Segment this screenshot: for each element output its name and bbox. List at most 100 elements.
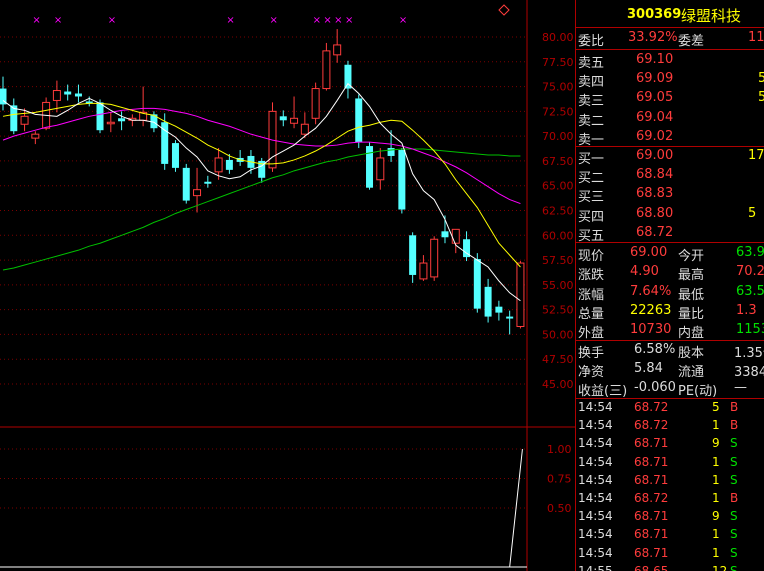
tick-price: 68.72 <box>634 491 669 505</box>
level-price: 68.84 <box>636 167 674 183</box>
tick-volume: 1 <box>712 472 720 487</box>
candle-body-up <box>106 121 115 125</box>
tick-side: S <box>730 509 738 524</box>
candle-body-down <box>495 306 503 313</box>
y-tick-label: 72.50 <box>542 105 574 118</box>
buy-level-row: 买二 68.84 <box>576 166 764 187</box>
marker-x: × <box>54 15 62 26</box>
tick-side: S <box>730 563 738 571</box>
candle-body-down <box>96 102 104 131</box>
sell-level-row: 卖一 69.02 <box>576 128 764 148</box>
level-label: 买二 <box>578 171 605 187</box>
quote-label: 外盘 <box>578 326 605 342</box>
candle-body-up <box>311 88 320 119</box>
marker-x: × <box>226 15 234 26</box>
level-price: 69.10 <box>636 52 674 67</box>
level-label: 买五 <box>578 228 605 244</box>
sub-tick-label: 1.00 <box>547 443 572 456</box>
tick-price: 68.72 <box>634 418 669 433</box>
candle-body-down <box>409 235 417 275</box>
y-tick-label: 50.00 <box>542 328 574 341</box>
candle-body-up <box>20 115 29 125</box>
tick-price: 68.71 <box>634 527 669 542</box>
candle-body-down <box>171 143 179 168</box>
tick-row: 14:55 68.65 12 S <box>576 563 764 571</box>
candle-body-up <box>300 123 309 135</box>
candle-body-up <box>290 117 299 124</box>
tick-side: S <box>730 527 738 542</box>
sell-level-row: 卖五 69.10 <box>576 51 764 71</box>
tick-price: 68.71 <box>634 454 669 469</box>
candle-body-down <box>506 316 514 319</box>
tick-side: S <box>730 472 738 487</box>
tick-row: 14:54 68.71 9 S <box>576 435 764 454</box>
tick-time: 14:54 <box>578 527 613 542</box>
stats-label-2: 流通 <box>678 365 705 380</box>
level-price: 69.02 <box>636 128 674 144</box>
level-price: 68.80 <box>636 205 674 221</box>
y-tick-label: 80.00 <box>542 31 574 44</box>
tick-volume: 9 <box>712 436 720 451</box>
stats-row: 收益(三) -0.060 PE(动) — <box>576 379 764 399</box>
buy-level-row: 买五 68.72 <box>576 224 764 244</box>
stats-value-2: 1.35亿 <box>734 346 764 361</box>
quote-label: 涨幅 <box>578 287 605 303</box>
tick-row: 14:54 68.71 1 S <box>576 472 764 491</box>
stats-label: 净资 <box>578 365 605 380</box>
tick-time: 14:54 <box>578 418 613 433</box>
marker-x: × <box>313 15 321 26</box>
quote-row: 涨幅 7.64% 最低 63.5 <box>576 283 764 303</box>
level-label: 卖一 <box>578 132 605 148</box>
candle-body-up <box>214 157 223 173</box>
level-label: 买一 <box>578 152 605 167</box>
y-tick-label: 62.50 <box>542 205 574 218</box>
stats-label: 收益(三) <box>578 384 628 399</box>
candle-body-up <box>333 44 342 56</box>
stats-value: 5.84 <box>634 361 663 376</box>
candle-body-up <box>31 133 40 139</box>
tick-volume: 12 <box>712 563 728 571</box>
quote-label: 涨跌 <box>578 268 605 284</box>
candle-body-down <box>118 118 126 122</box>
stock-header[interactable]: 300369 绿盟科技 <box>576 4 764 26</box>
stats-value: 6.58% <box>634 342 676 357</box>
marker-x: × <box>270 15 278 26</box>
candle-body-down <box>225 159 233 170</box>
tick-volume: 1 <box>712 491 720 505</box>
quote-label: 现价 <box>578 249 605 264</box>
candle-body-down <box>484 286 492 317</box>
level-price: 69.05 <box>636 90 674 106</box>
level-volume: 5 <box>748 205 757 221</box>
quote-value-2: 70.2 <box>736 264 764 280</box>
buy-level-row: 买三 68.83 <box>576 185 764 205</box>
sell-level-row: 卖四 69.09 5 <box>576 70 764 90</box>
weibi-label: 委比 <box>578 34 605 49</box>
tick-time: 14:54 <box>578 491 613 505</box>
candle-body-up <box>376 157 385 181</box>
candle-body-down <box>355 98 363 143</box>
tick-volume: 1 <box>712 454 720 469</box>
kline-chart[interactable]: 80.00 77.50 75.00 72.50 70.00 67.50 65.00 62.50… <box>0 0 575 571</box>
y-tick-label: 60.00 <box>542 229 574 242</box>
quote-panel: 300369 绿盟科技 委比 33.92% 委差 11 卖五 69.10 卖四 69.… <box>575 0 764 571</box>
quote-value-2: 63.9 <box>736 245 764 260</box>
level-label: 卖五 <box>578 56 605 71</box>
sell-level-row: 卖三 69.05 5 <box>576 89 764 109</box>
tick-row: 14:54 68.71 1 S <box>576 454 764 473</box>
tick-row: 14:54 68.71 1 S <box>576 526 764 545</box>
candle-body-up <box>193 189 202 197</box>
marker-x: × <box>345 15 353 26</box>
tick-row: 14:54 68.72 5 B <box>576 399 764 418</box>
tick-volume: 5 <box>712 400 720 414</box>
tick-row: 14:54 68.71 9 S <box>576 508 764 527</box>
tick-volume: 9 <box>712 509 720 524</box>
quote-value: 7.64% <box>630 283 672 299</box>
quote-value: 69.00 <box>630 245 668 260</box>
candle-body-down <box>74 93 82 97</box>
quote-value: 10730 <box>630 322 672 338</box>
quote-value-2: 1.3 <box>736 302 757 318</box>
quote-label-2: 今开 <box>678 249 705 264</box>
candle-body-up <box>419 262 428 280</box>
y-tick-label: 47.50 <box>542 353 574 366</box>
diamond-marker <box>498 4 510 16</box>
